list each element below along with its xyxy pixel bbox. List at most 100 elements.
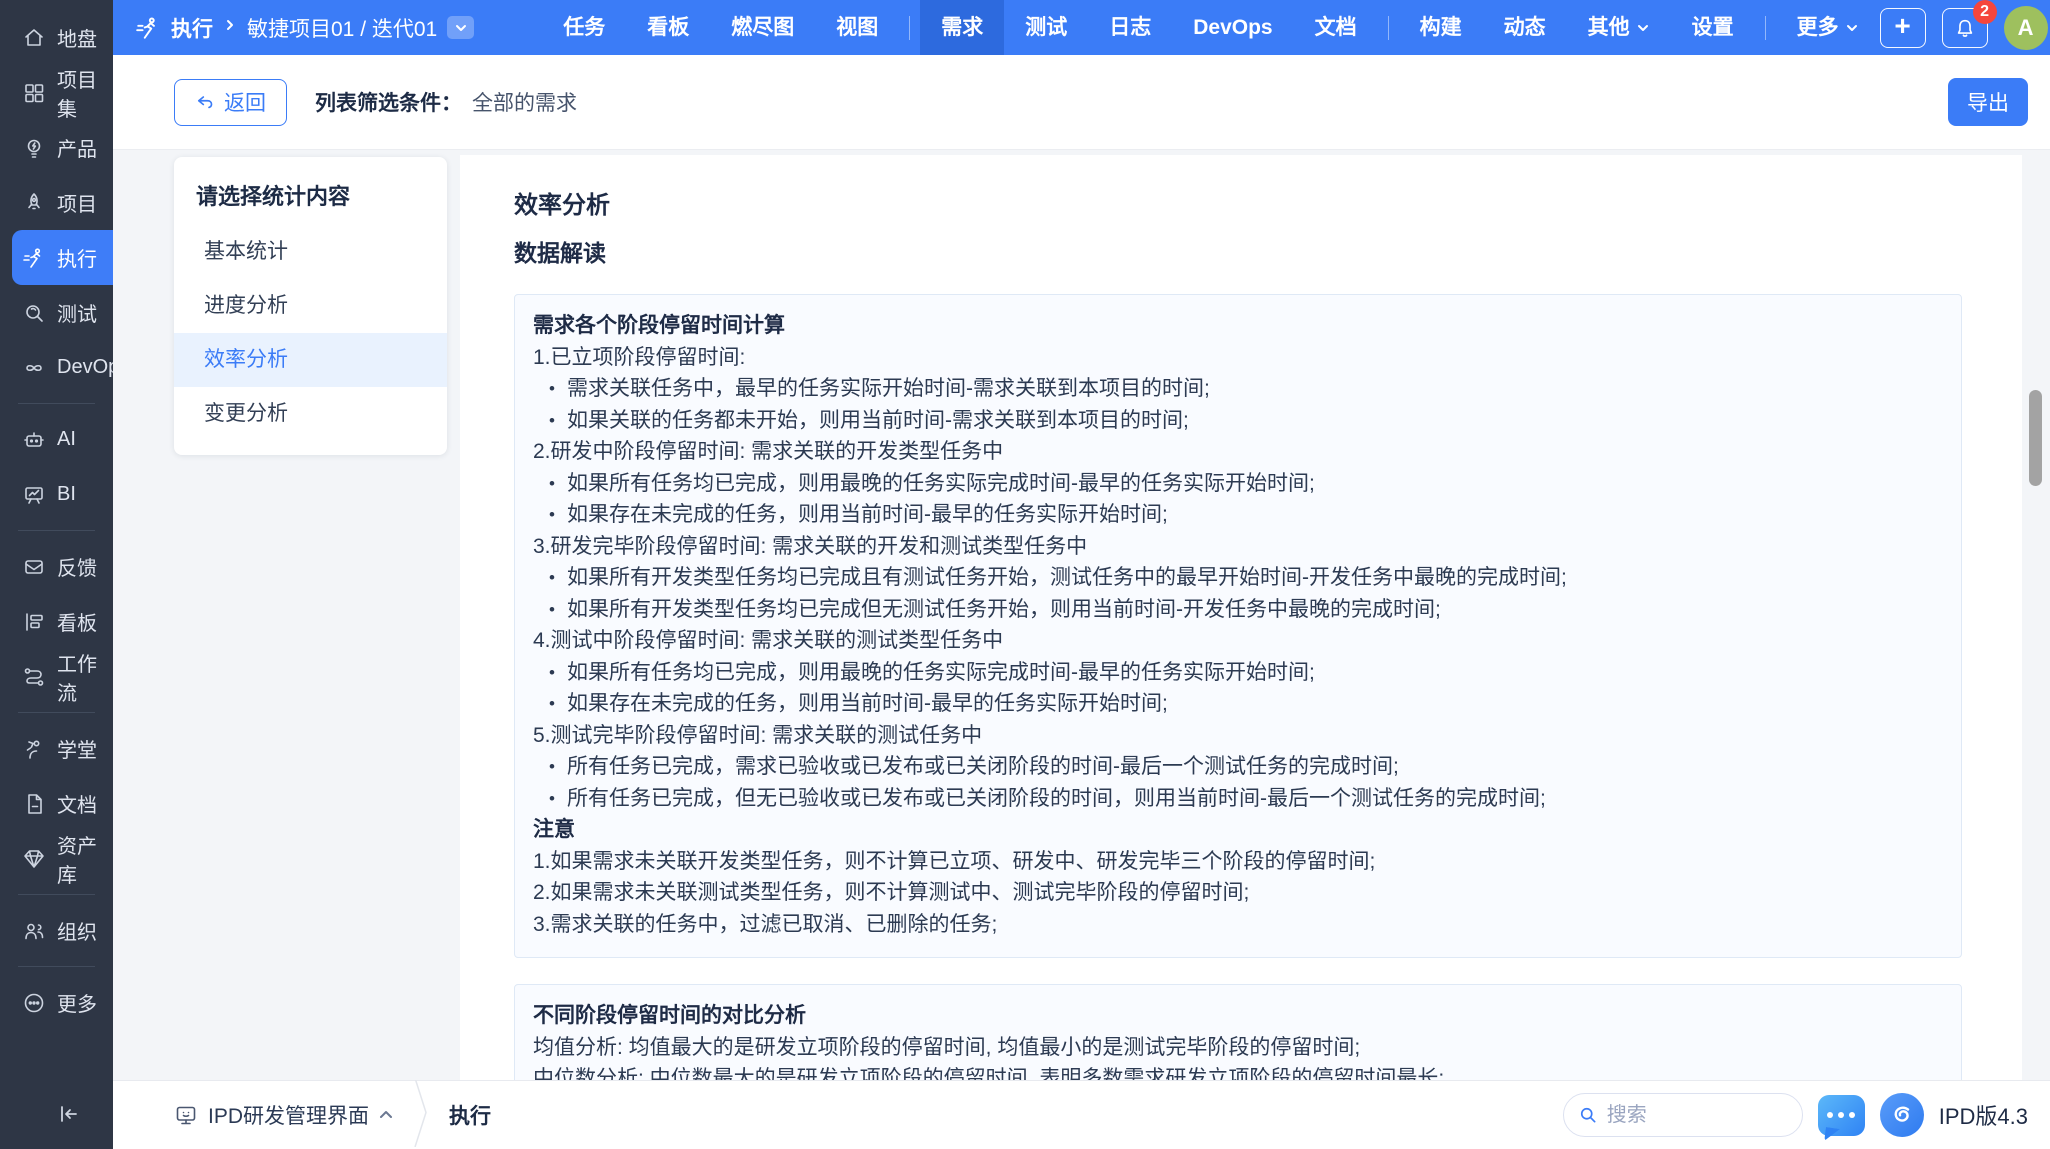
bullet-line: 如果所有任务均已完成，则用最晚的任务实际完成时间-最早的任务实际开始时间; — [533, 468, 1941, 500]
runner-icon — [135, 15, 161, 41]
notifications-button[interactable]: 2 — [1942, 8, 1988, 48]
sidebar-item-label: 执行 — [57, 243, 97, 272]
people-icon — [22, 919, 46, 943]
sidebar-item-product[interactable]: 产品 — [0, 120, 113, 175]
search-icon — [1578, 1105, 1598, 1125]
nav-tab-activity[interactable]: 动态 — [1483, 0, 1567, 55]
sidebar-item-label: 文档 — [57, 789, 97, 818]
export-button[interactable]: 导出 — [1948, 78, 2028, 126]
box-heading: 注意 — [533, 814, 1941, 846]
nav-tab-docs[interactable]: 文档 — [1294, 0, 1378, 55]
nav-tab-views[interactable]: 视图 — [815, 0, 899, 55]
app-root: 地盘 项目集 产品 项目 执行 测试 DevOps AI — [0, 0, 2050, 1149]
sidebar-item-docs[interactable]: 文档 — [0, 776, 113, 831]
main-column: 执行 敏捷项目01 / 迭代01 任务 看板 燃尽图 视图 需求 测试 日志 D… — [113, 0, 2050, 1149]
page-title: 效率分析 — [514, 185, 1962, 220]
infinity-icon — [22, 356, 46, 380]
nav-tab-board[interactable]: 看板 — [626, 0, 710, 55]
sidebar-item-label: 项目集 — [57, 64, 113, 122]
stats-item-efficiency[interactable]: 效率分析 — [174, 333, 447, 387]
sidebar-item-label: 组织 — [57, 916, 97, 945]
scrollbar-thumb[interactable] — [2029, 390, 2042, 486]
breadcrumb[interactable]: 敏捷项目01 / 迭代01 — [247, 13, 437, 43]
stats-item-basic[interactable]: 基本统计 — [174, 225, 447, 279]
sidebar-item-label: 产品 — [57, 133, 97, 162]
text-line: 均值分析: 均值最大的是研发立项阶段的停留时间, 均值最小的是测试完毕阶段的停留… — [533, 1032, 1941, 1064]
rocket-icon — [22, 191, 46, 215]
nav-menu: 任务 看板 燃尽图 视图 需求 测试 日志 DevOps 文档 构建 动态 其他… — [542, 0, 1879, 55]
stats-item-change[interactable]: 变更分析 — [174, 387, 447, 441]
notification-badge: 2 — [1973, 0, 1997, 24]
nav-tab-settings[interactable]: 设置 — [1671, 0, 1755, 55]
bullet-line: 如果存在未完成的任务，则用当前时间-最早的任务实际开始时间; — [533, 688, 1941, 720]
bullet-line: 所有任务已完成，需求已验收或已发布或已关闭阶段的时间-最后一个测试任务的完成时间… — [533, 751, 1941, 783]
nav-tab-devops[interactable]: DevOps — [1172, 0, 1293, 55]
search-box — [1563, 1093, 1803, 1137]
text-line: 5.测试完毕阶段停留时间: 需求关联的测试任务中 — [533, 720, 1941, 752]
chat-icon[interactable] — [1818, 1095, 1865, 1136]
nav-tab-burndown[interactable]: 燃尽图 — [710, 0, 815, 55]
stage-time-calc-box: 需求各个阶段停留时间计算 1.已立项阶段停留时间: 需求关联任务中，最早的任务实… — [514, 294, 1962, 958]
sidebar-item-devops[interactable]: DevOps — [0, 340, 113, 395]
bottom-bar: IPD研发管理界面 执行 IPD版4.3 — [113, 1080, 2050, 1149]
sidebar-item-execute[interactable]: 执行 — [12, 230, 113, 285]
sidebar-item-label: BI — [57, 483, 76, 506]
sidebar-item-more[interactable]: 更多 — [0, 975, 113, 1030]
sidebar-item-org[interactable]: 组织 — [0, 903, 113, 958]
back-button-label: 返回 — [224, 87, 266, 117]
sidebar-item-bi[interactable]: BI — [0, 467, 113, 522]
sidebar-item-academy[interactable]: 学堂 — [0, 721, 113, 776]
nav-tab-tasks[interactable]: 任务 — [542, 0, 626, 55]
toolbar: 返回 列表筛选条件： 全部的需求 导出 — [113, 55, 2050, 150]
text-line: 2.如果需求未关联测试类型任务，则不计算测试中、测试完毕阶段的停留时间; — [533, 877, 1941, 909]
nav-tab-test[interactable]: 测试 — [1004, 0, 1088, 55]
user-avatar[interactable]: A — [2004, 6, 2048, 50]
sidebar-item-ai[interactable]: AI — [0, 412, 113, 467]
section-title: 数据解读 — [514, 234, 1962, 268]
bell-icon — [1954, 17, 1976, 39]
sidebar-item-label: 测试 — [57, 298, 97, 327]
sidebar-item-feedback[interactable]: 反馈 — [0, 539, 113, 594]
version-label: IPD版4.3 — [1939, 1099, 2028, 1131]
nav-tab-more[interactable]: 更多 — [1776, 0, 1880, 55]
text-line: 1.如果需求未关联开发类型任务，则不计算已立项、研发中、研发完毕三个阶段的停留时… — [533, 846, 1941, 878]
chevron-down-icon — [454, 21, 468, 35]
workspace-switcher[interactable]: IPD研发管理界面 — [174, 1100, 393, 1130]
sidebar-item-project-set[interactable]: 项目集 — [0, 65, 113, 120]
back-button[interactable]: 返回 — [174, 79, 287, 126]
search-input[interactable] — [1607, 1104, 1788, 1127]
stage-compare-box: 不同阶段停留时间的对比分析 均值分析: 均值最大的是研发立项阶段的停留时间, 均… — [514, 984, 1962, 1080]
nav-context-label: 执行 — [171, 13, 213, 43]
sidebar-collapse-button[interactable] — [57, 1102, 81, 1131]
add-button[interactable]: + — [1880, 8, 1926, 48]
text-line: 4.测试中阶段停留时间: 需求关联的测试类型任务中 — [533, 625, 1941, 657]
sidebar-item-label: 更多 — [57, 988, 97, 1017]
iteration-dropdown[interactable] — [447, 16, 474, 39]
chevron-down-icon — [1845, 21, 1859, 35]
text-line: 3.需求关联的任务中，过滤已取消、已删除的任务; — [533, 909, 1941, 941]
document-icon — [22, 792, 46, 816]
sidebar-divider — [18, 894, 95, 895]
board-icon — [22, 483, 46, 507]
stats-item-progress[interactable]: 进度分析 — [174, 279, 447, 333]
top-nav: 执行 敏捷项目01 / 迭代01 任务 看板 燃尽图 视图 需求 测试 日志 D… — [113, 0, 2050, 55]
mail-icon — [22, 555, 46, 579]
sidebar-item-test[interactable]: 测试 — [0, 285, 113, 340]
nav-tab-build[interactable]: 构建 — [1399, 0, 1483, 55]
plus-icon: + — [1894, 12, 1910, 40]
chevron-up-icon — [379, 1106, 393, 1124]
sidebar-item-project[interactable]: 项目 — [0, 175, 113, 230]
sidebar-item-label: 工作流 — [57, 648, 113, 706]
sidebar-divider — [18, 403, 95, 404]
nav-tab-logs[interactable]: 日志 — [1088, 0, 1172, 55]
sidebar-item-assets[interactable]: 资产库 — [0, 831, 113, 886]
sidebar-item-workflow[interactable]: 工作流 — [0, 649, 113, 704]
nav-tab-others[interactable]: 其他 — [1567, 0, 1671, 55]
app-logo-icon — [1880, 1093, 1924, 1137]
sidebar-item-home[interactable]: 地盘 — [0, 10, 113, 65]
nav-tab-requirements[interactable]: 需求 — [920, 0, 1004, 55]
bulb-icon — [22, 136, 46, 160]
text-line: 3.研发完毕阶段停留时间: 需求关联的开发和测试类型任务中 — [533, 531, 1941, 563]
bullet-line: 如果存在未完成的任务，则用当前时间-最早的任务实际开始时间; — [533, 499, 1941, 531]
sidebar-item-kanban[interactable]: 看板 — [0, 594, 113, 649]
